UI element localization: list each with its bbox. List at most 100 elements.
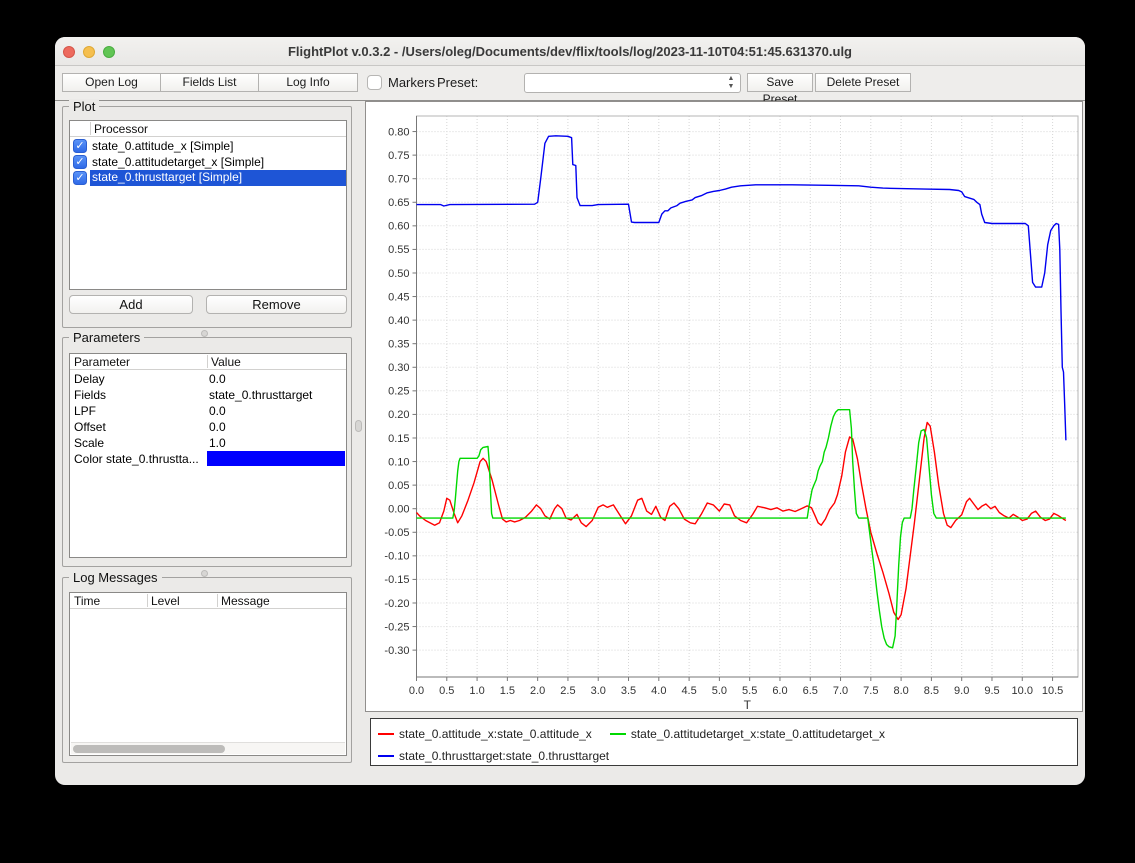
param-row-lpf[interactable]: LPF 0.0 (70, 403, 346, 419)
svg-text:4.0: 4.0 (651, 685, 666, 697)
svg-text:0.5: 0.5 (439, 685, 454, 697)
svg-text:-0.30: -0.30 (384, 645, 409, 657)
svg-text:-0.25: -0.25 (384, 621, 409, 633)
checkbox-checked-icon[interactable]: ✓ (73, 139, 87, 153)
svg-text:4.5: 4.5 (681, 685, 696, 697)
svg-text:3.5: 3.5 (621, 685, 636, 697)
param-row-fields[interactable]: Fields state_0.thrusttarget (70, 387, 346, 403)
svg-text:0.70: 0.70 (388, 174, 409, 186)
checkbox-checked-icon[interactable]: ✓ (73, 155, 87, 169)
legend-item-attitudetarget-x: state_0.attitudetarget_x:state_0.attitud… (610, 727, 885, 741)
svg-text:0.45: 0.45 (388, 291, 409, 303)
svg-text:8.5: 8.5 (924, 685, 939, 697)
combobox-stepper-icon[interactable]: ▲▼ (725, 75, 737, 92)
svg-text:7.0: 7.0 (833, 685, 848, 697)
message-column-header: Message (221, 594, 270, 608)
flightplot-window: FlightPlot v.0.3.2 - /Users/oleg/Documen… (55, 37, 1085, 785)
svg-text:9.5: 9.5 (984, 685, 999, 697)
splitter-handle[interactable] (201, 330, 208, 337)
toolbar: Open Log Fields List Log Info Markers Pr… (55, 66, 1085, 101)
processor-row-attitudetarget-x[interactable]: ✓ state_0.attitudetarget_x [Simple] (70, 154, 346, 170)
parameter-column-header: Parameter (74, 355, 130, 369)
svg-text:-0.05: -0.05 (384, 527, 409, 539)
log-messages-table: Time Level Message (69, 592, 347, 756)
time-column-header: Time (74, 594, 100, 608)
processors-table: Processor ✓ state_0.attitude_x [Simple] … (69, 120, 347, 290)
chart-legend: state_0.attitude_x:state_0.attitude_x st… (370, 718, 1078, 766)
legend-line-sample (378, 733, 394, 735)
parameters-group-title: Parameters (69, 330, 144, 345)
scrollbar-thumb[interactable] (73, 745, 225, 753)
svg-text:0.65: 0.65 (388, 197, 409, 209)
svg-text:6.0: 6.0 (772, 685, 787, 697)
svg-text:0.50: 0.50 (388, 268, 409, 280)
svg-text:10.0: 10.0 (1012, 685, 1033, 697)
legend-line-sample (378, 755, 394, 757)
plot-group: Plot Processor ✓ state_0.attitude_x [Sim… (62, 106, 352, 328)
svg-text:0.10: 0.10 (388, 456, 409, 468)
plot-canvas[interactable]: 0.800.750.700.650.600.550.500.450.400.35… (366, 102, 1082, 711)
legend-item-thrusttarget: state_0.thrusttarget:state_0.thrusttarge… (378, 749, 609, 763)
svg-text:0.55: 0.55 (388, 244, 409, 256)
svg-text:0.35: 0.35 (388, 339, 409, 351)
open-log-button[interactable]: Open Log (62, 73, 161, 92)
svg-text:8.0: 8.0 (893, 685, 908, 697)
parameters-table: Parameter Value Delay 0.0 Fields state_0… (69, 353, 347, 558)
svg-text:0.25: 0.25 (388, 386, 409, 398)
legend-line-sample (610, 733, 626, 735)
preset-combobox[interactable]: ▲▼ (524, 73, 741, 93)
level-column-header: Level (151, 594, 180, 608)
processor-row-attitude-x[interactable]: ✓ state_0.attitude_x [Simple] (70, 138, 346, 154)
param-row-color[interactable]: Color state_0.thrustta... (70, 451, 346, 467)
svg-text:0.15: 0.15 (388, 433, 409, 445)
svg-text:0.30: 0.30 (388, 362, 409, 374)
preset-label: Preset: (437, 73, 478, 92)
legend-item-attitude-x: state_0.attitude_x:state_0.attitude_x (378, 727, 592, 741)
parameters-group: Parameters Parameter Value Delay 0.0 Fie… (62, 337, 352, 567)
log-messages-group-title: Log Messages (69, 570, 162, 585)
svg-text:0.20: 0.20 (388, 409, 409, 421)
save-preset-button[interactable]: Save Preset (747, 73, 813, 92)
remove-button[interactable]: Remove (206, 295, 347, 314)
splitter-handle[interactable] (201, 570, 208, 577)
chart-panel[interactable]: 0.800.750.700.650.600.550.500.450.400.35… (365, 101, 1083, 712)
fields-list-button[interactable]: Fields List (160, 73, 259, 92)
processor-column-header: Processor (94, 122, 148, 136)
svg-text:2.0: 2.0 (530, 685, 545, 697)
svg-text:6.5: 6.5 (803, 685, 818, 697)
svg-text:-0.15: -0.15 (384, 574, 409, 586)
checkbox-checked-icon[interactable]: ✓ (73, 171, 87, 185)
param-row-offset[interactable]: Offset 0.0 (70, 419, 346, 435)
param-row-scale[interactable]: Scale 1.0 (70, 435, 346, 451)
svg-text:T: T (744, 698, 752, 711)
svg-text:0.40: 0.40 (388, 315, 409, 327)
svg-text:5.5: 5.5 (742, 685, 757, 697)
svg-text:1.0: 1.0 (469, 685, 484, 697)
processor-row-thrusttarget[interactable]: ✓ state_0.thrusttarget [Simple] (70, 170, 346, 186)
svg-text:5.0: 5.0 (712, 685, 727, 697)
svg-text:1.5: 1.5 (500, 685, 515, 697)
horizontal-scrollbar[interactable] (71, 742, 345, 754)
log-info-button[interactable]: Log Info (258, 73, 358, 92)
svg-text:10.5: 10.5 (1042, 685, 1063, 697)
color-swatch[interactable] (207, 451, 345, 466)
svg-text:0.75: 0.75 (388, 150, 409, 162)
svg-text:-0.20: -0.20 (384, 598, 409, 610)
svg-text:0.0: 0.0 (409, 685, 424, 697)
svg-text:0.00: 0.00 (388, 504, 409, 516)
param-row-delay[interactable]: Delay 0.0 (70, 371, 346, 387)
svg-text:-0.10: -0.10 (384, 551, 409, 563)
markers-checkbox[interactable] (367, 75, 382, 90)
value-column-header: Value (211, 355, 241, 369)
svg-text:7.5: 7.5 (863, 685, 878, 697)
splitter-handle-vertical[interactable] (355, 420, 362, 432)
markers-label: Markers (388, 73, 435, 92)
window-title: FlightPlot v.0.3.2 - /Users/oleg/Documen… (55, 37, 1085, 66)
svg-text:0.05: 0.05 (388, 480, 409, 492)
svg-text:3.0: 3.0 (591, 685, 606, 697)
svg-text:9.0: 9.0 (954, 685, 969, 697)
add-button[interactable]: Add (69, 295, 193, 314)
plot-group-title: Plot (69, 99, 99, 114)
titlebar: FlightPlot v.0.3.2 - /Users/oleg/Documen… (55, 37, 1085, 66)
delete-preset-button[interactable]: Delete Preset (815, 73, 911, 92)
